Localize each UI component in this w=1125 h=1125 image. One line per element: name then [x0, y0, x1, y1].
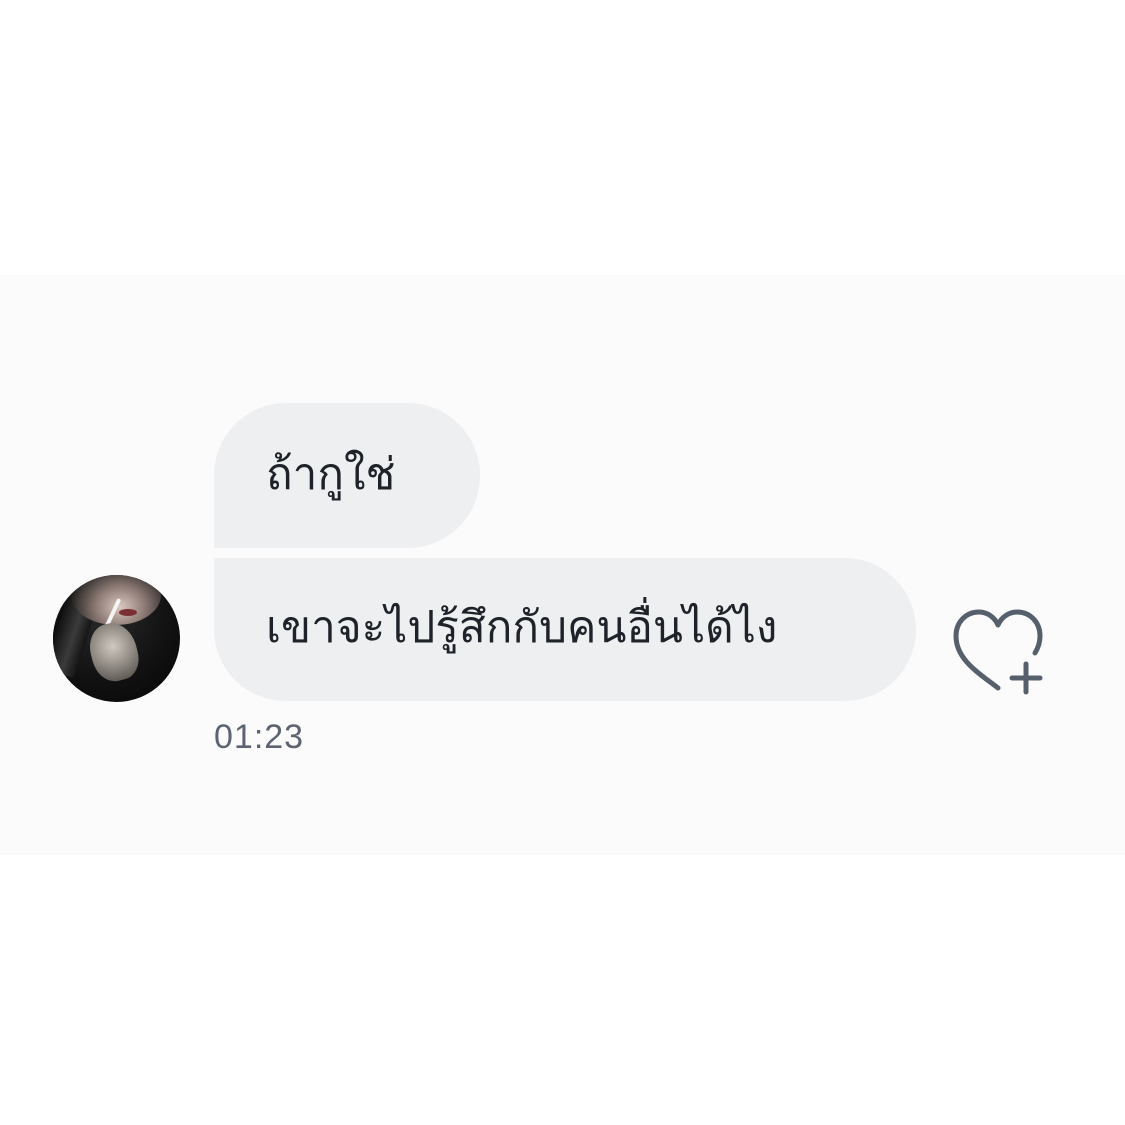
message-bubble[interactable]: ถ้ากูใช่	[214, 403, 480, 548]
avatar-cat	[84, 618, 144, 686]
message-timestamp: 01:23	[214, 718, 305, 756]
avatar-lips	[119, 609, 137, 616]
message-bubble[interactable]: เขาจะไปรู้สึกกับคนอื่นได้ไง	[214, 558, 916, 701]
heart-plus-icon[interactable]	[950, 608, 1050, 698]
message-text: เขาจะไปรู้สึกกับคนอื่นได้ไง	[266, 602, 778, 653]
message-text: ถ้ากูใช่	[266, 449, 396, 500]
avatar[interactable]	[53, 575, 180, 702]
